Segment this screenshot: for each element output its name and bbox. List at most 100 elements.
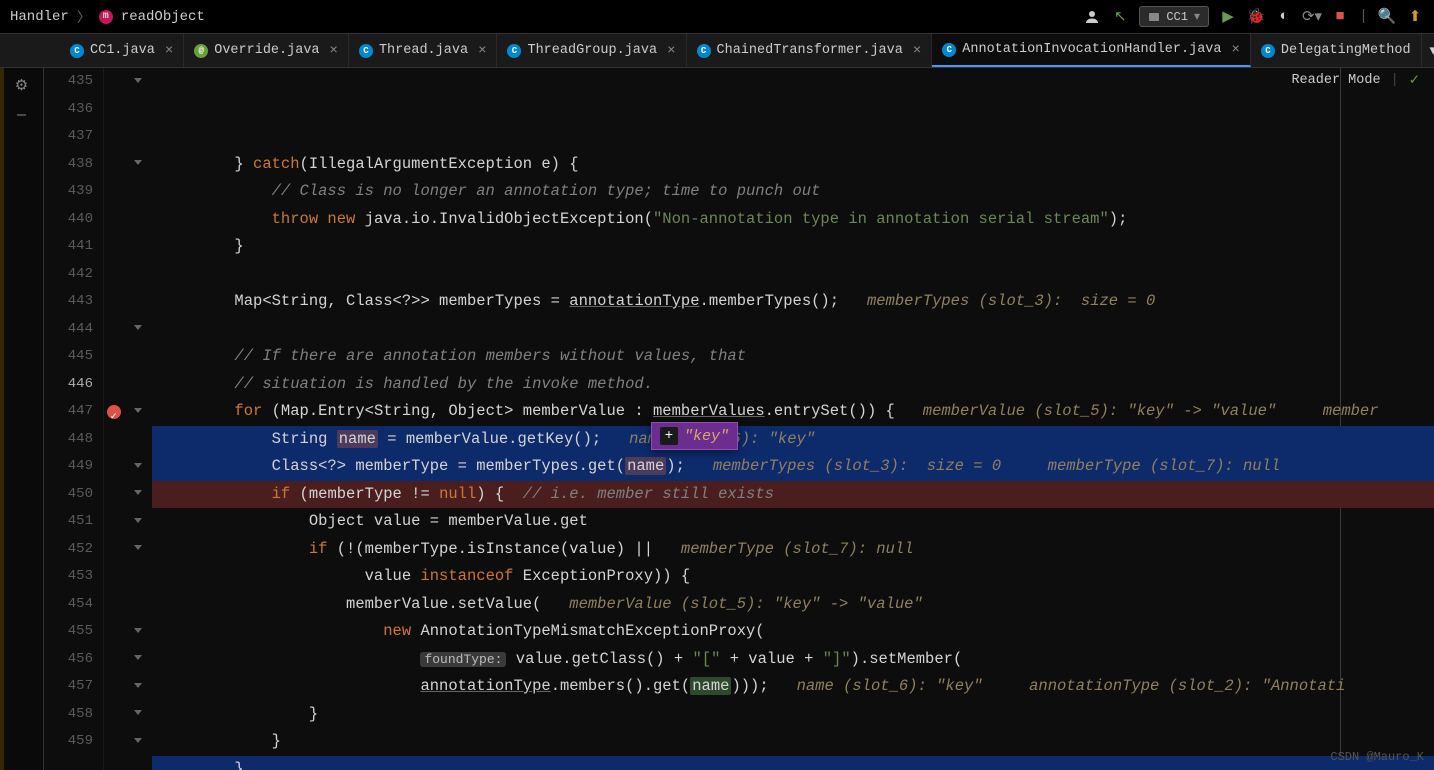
debug-tooltip[interactable]: + "key": [651, 422, 738, 450]
fold-marker[interactable]: [124, 206, 152, 234]
close-icon[interactable]: ×: [667, 43, 675, 59]
fold-marker[interactable]: [124, 618, 152, 646]
breakpoint-slot[interactable]: [104, 96, 124, 124]
fold-marker[interactable]: [124, 178, 152, 206]
close-icon[interactable]: ×: [478, 43, 486, 59]
fold-marker[interactable]: [124, 728, 152, 756]
fold-marker[interactable]: [124, 508, 152, 536]
breakpoint-slot[interactable]: [104, 701, 124, 729]
tab-override-java[interactable]: @Override.java×: [184, 34, 349, 67]
breakpoint-slot[interactable]: [104, 673, 124, 701]
breakpoint-slot[interactable]: [104, 453, 124, 481]
check-icon[interactable]: ✓: [1409, 72, 1420, 89]
fold-marker[interactable]: [124, 481, 152, 509]
code-line[interactable]: }: [152, 728, 1434, 756]
breadcrumb[interactable]: Handler 〉 m readObject: [10, 7, 205, 27]
breakpoint-slot[interactable]: [104, 481, 124, 509]
code-line[interactable]: [152, 261, 1434, 289]
code-line[interactable]: Object value = memberValue.get: [152, 508, 1434, 536]
code-line[interactable]: }: [152, 233, 1434, 261]
fold-marker[interactable]: [124, 673, 152, 701]
breakpoint-slot[interactable]: [104, 178, 124, 206]
code-line[interactable]: if (!(memberType.isInstance(value) || me…: [152, 536, 1434, 564]
code-line[interactable]: // If there are annotation members witho…: [152, 343, 1434, 371]
tab-delegatingmethod[interactable]: CDelegatingMethod: [1251, 34, 1422, 67]
breakpoint-slot[interactable]: [104, 508, 124, 536]
debug-icon[interactable]: 🐞: [1247, 8, 1265, 26]
close-icon[interactable]: ×: [913, 43, 921, 59]
profile-icon[interactable]: ⟳▾: [1303, 8, 1321, 26]
fold-marker[interactable]: [124, 453, 152, 481]
users-icon[interactable]: [1083, 8, 1101, 26]
sync-icon[interactable]: ⬆: [1406, 8, 1424, 26]
tab-threadgroup-java[interactable]: CThreadGroup.java×: [497, 34, 686, 67]
run-icon[interactable]: ▶: [1219, 8, 1237, 26]
fold-marker[interactable]: [124, 96, 152, 124]
fold-marker[interactable]: [124, 591, 152, 619]
breakpoint-icon[interactable]: [107, 405, 121, 419]
breadcrumb-handler[interactable]: Handler: [10, 9, 69, 25]
code-line[interactable]: // Class is no longer an annotation type…: [152, 178, 1434, 206]
minimize-icon[interactable]: —: [13, 106, 31, 124]
tab-cc1-java[interactable]: CCC1.java×: [60, 34, 184, 67]
editor[interactable]: 4354364374384394404414424434444454464474…: [44, 68, 1434, 770]
fold-marker[interactable]: [124, 646, 152, 674]
code-line[interactable]: new AnnotationTypeMismatchExceptionProxy…: [152, 618, 1434, 646]
code-line[interactable]: value instanceof ExceptionProxy)) {: [152, 563, 1434, 591]
breakpoint-slot[interactable]: [104, 151, 124, 179]
breadcrumb-method[interactable]: readObject: [121, 9, 205, 25]
code-line[interactable]: memberValue.setValue( memberValue (slot_…: [152, 591, 1434, 619]
fold-marker[interactable]: [124, 233, 152, 261]
breakpoint-slot[interactable]: [104, 536, 124, 564]
fold-marker[interactable]: [124, 288, 152, 316]
run-config-selector[interactable]: CC1 ▾: [1139, 6, 1209, 27]
fold-marker[interactable]: [124, 151, 152, 179]
code-line[interactable]: } catch(IllegalArgumentException e) {: [152, 151, 1434, 179]
fold-marker[interactable]: [124, 371, 152, 399]
breakpoint-slot[interactable]: [104, 646, 124, 674]
code-line[interactable]: [152, 316, 1434, 344]
breakpoint-slot[interactable]: [104, 591, 124, 619]
code-line[interactable]: String name = memberValue.getKey(); name…: [152, 426, 1434, 454]
code-line[interactable]: for (Map.Entry<String, Object> memberVal…: [152, 398, 1434, 426]
tab-overflow-icon[interactable]: ▾: [1422, 34, 1434, 67]
fold-marker[interactable]: [124, 398, 152, 426]
breakpoint-slot[interactable]: [104, 123, 124, 151]
breakpoint-slot[interactable]: [104, 343, 124, 371]
code-line[interactable]: // situation is handled by the invoke me…: [152, 371, 1434, 399]
fold-marker[interactable]: [124, 536, 152, 564]
fold-marker[interactable]: [124, 343, 152, 371]
fold-marker[interactable]: [124, 68, 152, 96]
close-icon[interactable]: ×: [165, 43, 173, 59]
expand-icon[interactable]: +: [660, 427, 678, 445]
code-area[interactable]: } catch(IllegalArgumentException e) { //…: [152, 68, 1434, 770]
code-line[interactable]: Class<?> memberType = memberTypes.get(na…: [152, 453, 1434, 481]
code-line[interactable]: }: [152, 756, 1434, 770]
breakpoint-slot[interactable]: [104, 68, 124, 96]
tab-chainedtransformer-java[interactable]: CChainedTransformer.java×: [687, 34, 933, 67]
fold-marker[interactable]: [124, 316, 152, 344]
breakpoint-slot[interactable]: [104, 206, 124, 234]
breakpoint-slot[interactable]: [104, 618, 124, 646]
fold-marker[interactable]: [124, 563, 152, 591]
reader-mode-toggle[interactable]: Reader Mode | ✓: [1291, 72, 1420, 89]
close-icon[interactable]: ×: [1232, 42, 1240, 58]
breakpoint-slot[interactable]: [104, 563, 124, 591]
tab-annotationinvocationhandler-java[interactable]: CAnnotationInvocationHandler.java×: [932, 34, 1251, 67]
stop-icon[interactable]: ■: [1331, 8, 1349, 26]
close-icon[interactable]: ×: [330, 43, 338, 59]
breakpoint-slot[interactable]: [104, 728, 124, 756]
code-line[interactable]: Map<String, Class<?>> memberTypes = anno…: [152, 288, 1434, 316]
tab-thread-java[interactable]: CThread.java×: [349, 34, 498, 67]
breakpoint-slot[interactable]: [104, 398, 124, 426]
search-icon[interactable]: 🔍: [1378, 8, 1396, 26]
fold-gutter[interactable]: [124, 68, 152, 770]
code-line[interactable]: if (memberType != null) { // i.e. member…: [152, 481, 1434, 509]
fold-marker[interactable]: [124, 261, 152, 289]
fold-marker[interactable]: [124, 123, 152, 151]
fold-marker[interactable]: [124, 426, 152, 454]
breakpoint-gutter[interactable]: [104, 68, 124, 770]
coverage-icon[interactable]: ◐: [1275, 8, 1293, 26]
code-line[interactable]: throw new java.io.InvalidObjectException…: [152, 206, 1434, 234]
fold-marker[interactable]: [124, 701, 152, 729]
